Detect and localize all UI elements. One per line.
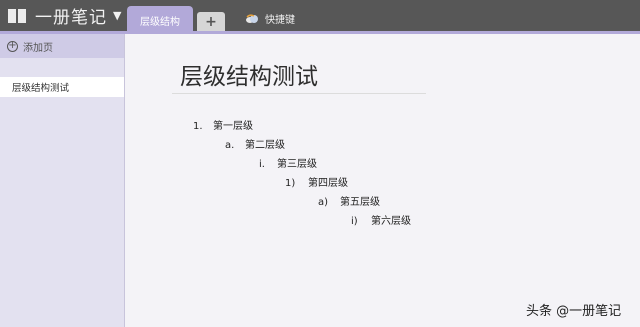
tab-section-shortcuts[interactable]: 快捷键	[245, 9, 295, 28]
notebook-title: 一册笔记	[35, 8, 107, 28]
add-circle-icon: +	[7, 40, 18, 52]
list-text: 第一层级	[213, 121, 253, 132]
chevron-down-icon: ▼	[113, 9, 122, 22]
list-item[interactable]: a) 第五层级	[318, 193, 380, 208]
add-page-label: 添加页	[23, 42, 53, 54]
list-item[interactable]: i. 第三层级	[259, 155, 317, 170]
page-item-label: 层级结构测试	[12, 83, 70, 94]
list-text: 第五层级	[340, 197, 380, 208]
list-text: 第四层级	[308, 178, 348, 189]
page-list-panel: + 添加页 层级结构测试	[0, 34, 125, 327]
list-item[interactable]: 1) 第四层级	[285, 174, 348, 189]
notebook-icon	[8, 8, 26, 23]
tab-section-hierarchy[interactable]: 层级结构	[127, 6, 193, 34]
page-title[interactable]: 层级结构测试	[180, 57, 318, 91]
list-marker: i)	[351, 216, 358, 227]
list-marker: 1.	[193, 121, 203, 132]
list-marker: a.	[225, 140, 235, 151]
tab-label: 快捷键	[265, 15, 295, 26]
tab-label: 层级结构	[140, 16, 180, 28]
add-page-button[interactable]: + 添加页	[0, 34, 124, 58]
notebook-switcher[interactable]: 一册笔记 ▼	[0, 0, 124, 31]
list-marker: 1)	[285, 178, 296, 189]
list-marker: i.	[259, 159, 265, 170]
plus-icon: +	[205, 13, 217, 30]
add-section-tab-button[interactable]: +	[197, 12, 225, 31]
title-divider	[172, 93, 426, 94]
list-text: 第六层级	[371, 216, 411, 227]
top-bar: 一册笔记 ▼ 层级结构 + 快捷键	[0, 0, 640, 34]
page-item[interactable]: 层级结构测试	[0, 77, 124, 97]
list-item[interactable]: a. 第二层级	[225, 136, 285, 151]
list-item[interactable]: i) 第六层级	[351, 212, 411, 227]
list-text: 第二层级	[245, 140, 285, 151]
cloud-icon	[245, 13, 259, 24]
watermark: 头条 @一册笔记	[526, 304, 622, 319]
list-marker: a)	[318, 197, 329, 208]
list-item[interactable]: 1. 第一层级	[193, 117, 253, 132]
list-text: 第三层级	[277, 159, 317, 170]
